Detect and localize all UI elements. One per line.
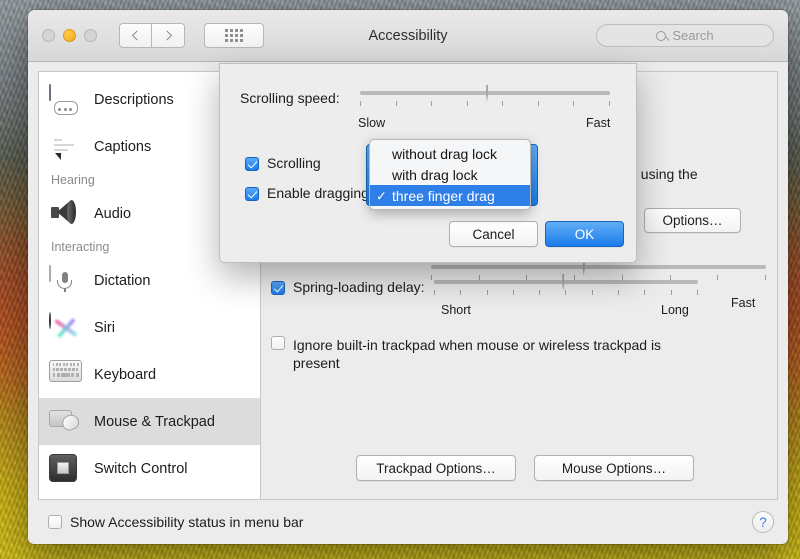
search-icon <box>656 30 667 41</box>
navigation-buttons <box>119 23 185 48</box>
sidebar-item-mouse-trackpad[interactable]: Mouse & Trackpad <box>39 398 260 445</box>
spring-loading-row: Spring-loading delay: <box>271 280 425 295</box>
show-all-button[interactable] <box>204 23 264 48</box>
enable-dragging-row: Enable dragging <box>245 186 369 201</box>
slider-ticks <box>360 101 610 106</box>
search-placeholder: Search <box>672 28 714 43</box>
sidebar-item-label: Audio <box>94 205 132 222</box>
chevron-left-icon <box>131 30 142 41</box>
switch-control-icon <box>49 453 83 484</box>
scrolling-speed-slider[interactable] <box>360 85 610 116</box>
siri-icon <box>49 311 83 343</box>
sidebar-item-switch-control[interactable]: Switch Control <box>39 445 260 492</box>
slider-thumb[interactable] <box>486 85 504 107</box>
spring-loading-slider[interactable] <box>434 274 698 305</box>
spring-loading-min-label: Short <box>441 303 471 317</box>
forward-button[interactable] <box>152 23 185 48</box>
descriptions-icon <box>49 83 83 115</box>
scrolling-checkbox[interactable] <box>245 156 259 171</box>
sidebar-item-label: Captions <box>94 138 152 155</box>
scrolling-speed-max-label: Fast <box>586 116 611 130</box>
captions-icon <box>49 132 83 162</box>
ignore-trackpad-row: Ignore built-in trackpad when mouse or w… <box>271 336 701 372</box>
mouse-options-button[interactable]: Mouse Options… <box>534 455 694 481</box>
show-all-grid-icon <box>224 28 244 43</box>
back-button[interactable] <box>119 23 152 48</box>
spring-loading-checkbox[interactable] <box>271 280 285 295</box>
menu-item-label: with drag lock <box>392 166 478 183</box>
menu-item-three-finger-drag[interactable]: ✓ three finger drag <box>370 185 530 206</box>
spring-loading-label: Spring-loading delay: <box>293 279 425 295</box>
sidebar-item-label: Siri <box>94 319 115 336</box>
sidebar-item-label: Switch Control <box>94 460 188 477</box>
sidebar-item-keyboard[interactable]: Keyboard <box>39 351 260 398</box>
menu-item-label: without drag lock <box>392 145 498 162</box>
zoom-button[interactable] <box>84 29 97 42</box>
ok-button[interactable]: OK <box>545 221 624 247</box>
slider-track <box>360 91 610 95</box>
drag-style-dropdown-menu[interactable]: without drag lock with drag lock ✓ three… <box>369 139 531 210</box>
search-input[interactable]: Search <box>596 24 774 47</box>
menu-item-with-drag-lock[interactable]: with drag lock <box>370 164 530 185</box>
enable-dragging-checkbox[interactable] <box>245 186 259 201</box>
scrolling-speed-min-label: Slow <box>358 116 386 130</box>
enable-dragging-label: Enable dragging <box>267 185 369 201</box>
traffic-light-buttons <box>42 29 97 42</box>
close-button[interactable] <box>42 29 55 42</box>
sidebar-item-dictation[interactable]: Dictation <box>39 257 260 304</box>
scrolling-row: Scrolling <box>245 156 321 171</box>
options-button[interactable]: Options… <box>644 208 741 233</box>
spring-loading-max-label: Long <box>661 303 689 317</box>
help-button[interactable]: ? <box>752 511 774 533</box>
ignore-trackpad-label: Ignore built-in trackpad when mouse or w… <box>293 337 662 371</box>
scrolling-speed-label: Scrolling speed: <box>240 90 340 106</box>
sidebar-item-label: Keyboard <box>94 366 157 383</box>
chevron-right-icon <box>161 30 172 41</box>
ignore-trackpad-checkbox[interactable] <box>271 336 285 350</box>
keyboard-icon <box>49 359 83 390</box>
scrolling-label: Scrolling <box>267 155 321 171</box>
show-status-row: Show Accessibility status in menu bar <box>48 513 304 530</box>
window-titlebar: Accessibility Search <box>28 10 788 62</box>
sidebar-item-label: Dictation <box>94 272 151 289</box>
sidebar-item-label: Mouse & Trackpad <box>94 413 215 430</box>
slider-max-label: Fast <box>731 296 756 310</box>
minimize-button[interactable] <box>63 29 76 42</box>
trackpad-options-button[interactable]: Trackpad Options… <box>356 455 516 481</box>
menu-item-without-drag-lock[interactable]: without drag lock <box>370 143 530 164</box>
checkmark-icon: ✓ <box>376 188 387 203</box>
slider-thumb[interactable] <box>562 274 580 296</box>
sidebar-item-siri[interactable]: Siri <box>39 304 260 351</box>
menu-item-label: three finger drag <box>392 187 495 204</box>
mouse-trackpad-icon <box>49 407 83 437</box>
system-preferences-window: Accessibility Search Descriptions Captio… <box>28 10 788 544</box>
dictation-icon <box>49 264 83 296</box>
show-accessibility-status-checkbox[interactable] <box>48 515 62 529</box>
sidebar-item-label: Descriptions <box>94 91 174 108</box>
cancel-button[interactable]: Cancel <box>449 221 538 247</box>
window-bottom-bar: Show Accessibility status in menu bar ? <box>28 500 788 544</box>
audio-icon <box>49 199 83 229</box>
show-accessibility-status-label: Show Accessibility status in menu bar <box>70 513 304 530</box>
